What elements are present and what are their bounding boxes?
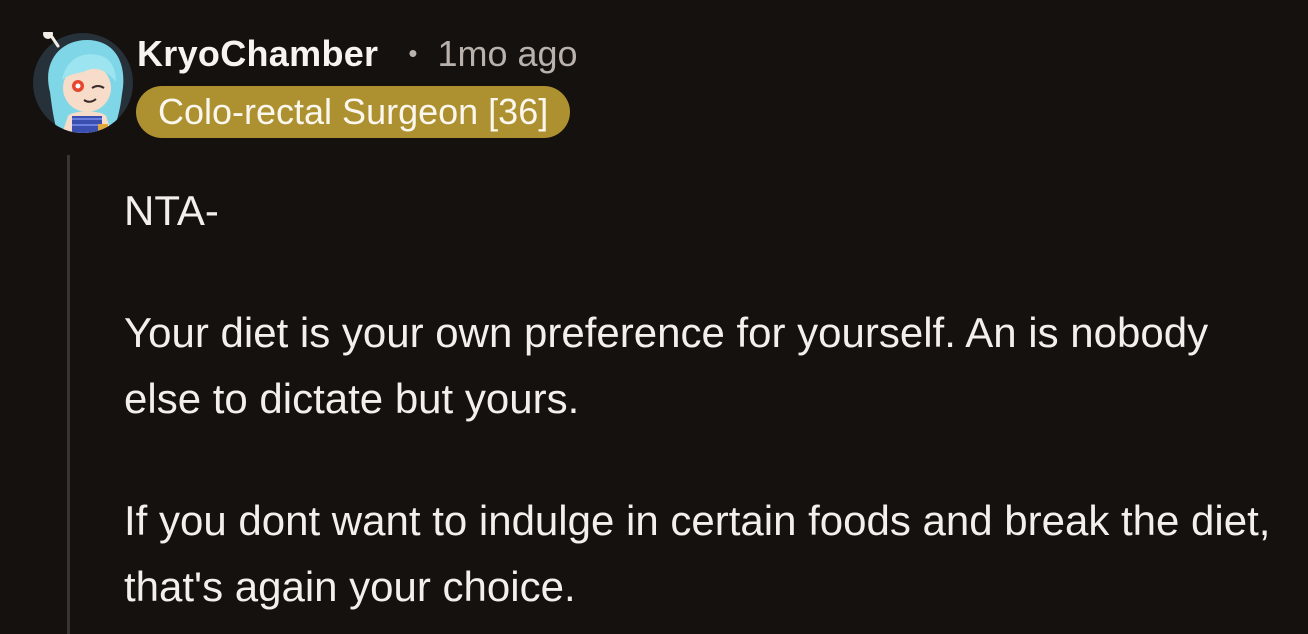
comment-meta: KryoChamber • 1mo ago bbox=[137, 30, 578, 78]
comment-paragraph: NTA- bbox=[124, 187, 219, 234]
user-avatar-icon[interactable] bbox=[32, 32, 134, 134]
avatar-illustration bbox=[33, 32, 133, 133]
comment-body: NTA- Your diet is your own preference fo… bbox=[124, 178, 1294, 620]
comment: KryoChamber • 1mo ago Colo-rectal Surgeo… bbox=[0, 0, 1308, 634]
user-flair-badge: Colo-rectal Surgeon [36] bbox=[136, 86, 571, 138]
comment-paragraph: If you dont want to indulge in certain f… bbox=[124, 497, 1271, 610]
comment-timestamp[interactable]: 1mo ago bbox=[437, 33, 577, 75]
meta-separator: • bbox=[408, 37, 418, 68]
username-link[interactable]: KryoChamber bbox=[137, 33, 378, 75]
thread-line[interactable] bbox=[67, 155, 70, 634]
comment-paragraph: Your diet is your own preference for you… bbox=[124, 309, 1209, 422]
